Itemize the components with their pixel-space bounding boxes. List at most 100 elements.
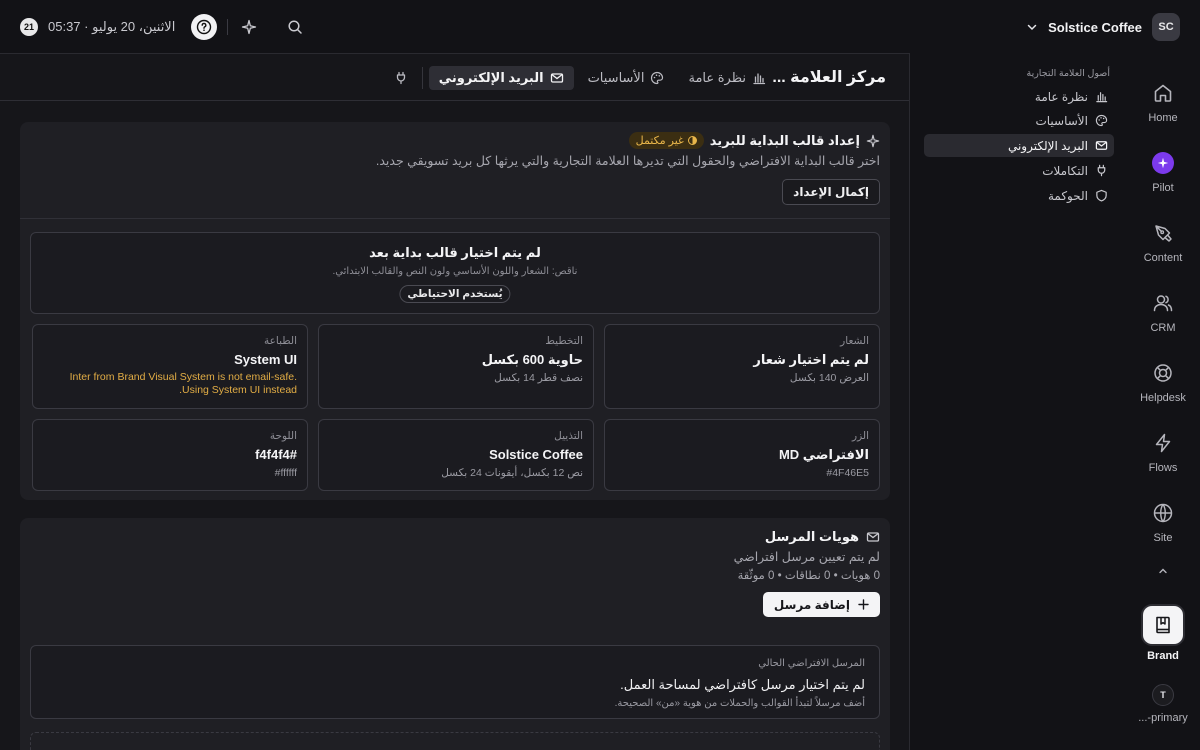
- subnav-item-governance[interactable]: الحوكمة: [924, 184, 1114, 207]
- rail-item-home[interactable]: Home: [1126, 80, 1200, 124]
- brand-tabs: نظرة عامة الأساسيات البريد الإلكتروني: [390, 66, 776, 90]
- empty-state-subtitle: ناقص: الشعار واللون الأساسي ولون النص وا…: [332, 266, 578, 277]
- search-icon: [288, 20, 303, 34]
- tile-label: الشعار: [840, 335, 869, 347]
- rail-item-helpdesk[interactable]: Helpdesk: [1126, 360, 1200, 404]
- rail-collapse-button[interactable]: [1126, 565, 1200, 577]
- rail-label: ...-primary: [1138, 712, 1188, 724]
- sender-dropzone[interactable]: [30, 732, 880, 750]
- half-circle-icon: [687, 136, 697, 145]
- pen-nib-icon: [1155, 225, 1172, 242]
- add-sender-label: إضافة مرسل: [773, 597, 850, 612]
- rail-label: Brand: [1147, 650, 1179, 662]
- brand-assets-nav: أصول العلامة التجارية نظرة عامة الأساسيا…: [920, 60, 1120, 220]
- subnav-item-label: نظرة عامة: [1034, 89, 1088, 104]
- sparkle-icon: [866, 134, 880, 147]
- tile-label: التخطيط: [545, 335, 583, 347]
- lightning-icon: [1155, 433, 1171, 453]
- tab-overview[interactable]: نظرة عامة: [678, 66, 776, 90]
- subnav-item-label: البريد الإلكتروني: [1007, 138, 1088, 153]
- current-date: الاثنين، 20 يوليو: [92, 19, 176, 34]
- tile-label: التذييل: [554, 430, 583, 442]
- subnav-item-integrations[interactable]: التكاملات: [924, 159, 1114, 182]
- pilot-icon: [1152, 152, 1174, 174]
- mail-icon: [866, 532, 880, 542]
- brand-button[interactable]: [1143, 606, 1183, 644]
- search-button[interactable]: [284, 16, 306, 38]
- subnav-item-basics[interactable]: الأساسيات: [924, 109, 1114, 132]
- tab-basics-label: الأساسيات: [587, 70, 645, 85]
- rail-item-brand[interactable]: Brand: [1126, 606, 1200, 662]
- tile-label: الزر: [852, 430, 869, 442]
- main-panel: مركز العلامة ... نظرة عامة الأساسيات الب…: [0, 53, 910, 750]
- plug-icon: [1097, 164, 1106, 177]
- tile-value: Solstice Coffee: [489, 447, 583, 462]
- tabs-divider: [421, 67, 423, 89]
- subnav-item-label: التكاملات: [1042, 163, 1088, 178]
- rail-label: CRM: [1150, 322, 1176, 334]
- rail-label: Pilot: [1152, 182, 1174, 194]
- status-badge: غير مكتمل: [628, 132, 704, 149]
- rail-item-crm[interactable]: CRM: [1126, 290, 1200, 334]
- palette-icon: [651, 71, 664, 85]
- fallback-pill: يُستخدم الاحتياطي: [399, 285, 511, 303]
- add-sender-button[interactable]: إضافة مرسل: [762, 592, 880, 617]
- card-divider: [20, 218, 890, 219]
- users-icon: [1153, 295, 1173, 312]
- status-badge-label: غير مكتمل: [635, 135, 684, 147]
- footer-tile[interactable]: التذييل Solstice Coffee نص 12 بكسل، أيقو…: [318, 419, 594, 491]
- subnav-item-email[interactable]: البريد الإلكتروني: [924, 134, 1114, 157]
- tile-label: اللوحة: [269, 430, 297, 442]
- rail-item-user[interactable]: T ...-primary: [1126, 684, 1200, 724]
- mail-icon: [1095, 141, 1108, 150]
- shield-icon: [1096, 189, 1107, 202]
- tile-value: System UI: [234, 352, 297, 367]
- help-button[interactable]: [191, 14, 218, 40]
- page-header: مركز العلامة ... نظرة عامة الأساسيات الب…: [0, 54, 909, 101]
- tab-email[interactable]: البريد الإلكتروني: [428, 66, 574, 90]
- tile-value: الافتراضي MD: [778, 447, 869, 462]
- tile-value: لم يتم اختيار شعار: [753, 352, 869, 367]
- tile-value: f4f4f4#: [255, 447, 297, 462]
- plug-icon: [396, 71, 405, 85]
- subnav-item-overview[interactable]: نظرة عامة: [924, 85, 1114, 108]
- app-rail: Home Pilot Content CRM Helpdesk Flows Si…: [1126, 60, 1200, 750]
- button-tile[interactable]: الزر الافتراضي MD #4F46E5: [604, 419, 880, 491]
- workspace-name: Solstice Coffee: [1048, 19, 1142, 35]
- tab-integrations[interactable]: [390, 67, 412, 89]
- setup-card-description: اختر قالب البداية الافتراضي والحقول التي…: [375, 154, 880, 168]
- notification-count-badge[interactable]: 21: [20, 18, 38, 36]
- book-bookmark-icon: [1156, 616, 1170, 634]
- rail-item-pilot[interactable]: Pilot: [1126, 150, 1200, 194]
- typography-warning: Inter from Brand Visual System is not em…: [69, 371, 297, 396]
- ai-sparkle-button[interactable]: [238, 16, 260, 38]
- toolbar-divider: [227, 19, 229, 35]
- typography-tile[interactable]: الطباعة System UI Inter from Brand Visua…: [32, 324, 308, 409]
- subnav-item-label: الحوكمة: [1047, 188, 1088, 203]
- user-avatar: T: [1152, 684, 1174, 706]
- date-time-separator: ·: [80, 19, 89, 34]
- logo-tile[interactable]: الشعار لم يتم اختيار شعار العرض 140 بكسل: [604, 324, 880, 409]
- layout-tile[interactable]: التخطيط حاوية 600 بكسل نصف قطر 14 بكسل: [318, 324, 594, 409]
- workspace-switcher[interactable]: Solstice Coffee SC: [1026, 13, 1180, 41]
- tab-email-label: البريد الإلكتروني: [438, 70, 544, 85]
- empty-state-title: لم يتم اختيار قالب بداية بعد: [369, 245, 541, 260]
- palette-tile[interactable]: اللوحة f4f4f4# ffffff#: [32, 419, 308, 491]
- tile-label: الطباعة: [264, 335, 297, 347]
- rail-item-site[interactable]: Site: [1126, 500, 1200, 544]
- top-bar: 21 الاثنين، 20 يوليو · 05:37 Solstice Co…: [0, 0, 1200, 54]
- tile-sub: العرض 140 بكسل: [789, 372, 869, 384]
- chevron-down-icon: [1027, 24, 1037, 31]
- tab-basics[interactable]: الأساسيات: [578, 66, 675, 90]
- rail-item-flows[interactable]: Flows: [1126, 430, 1200, 474]
- rail-item-content[interactable]: Content: [1126, 220, 1200, 264]
- setup-card-header: إعداد قالب البداية للبريد غير مكتمل: [628, 132, 880, 149]
- complete-setup-button[interactable]: إكمال الإعداد: [782, 179, 880, 205]
- sparkle-icon: [242, 19, 257, 35]
- rail-label: Content: [1143, 252, 1183, 264]
- sender-identities-card: هويات المرسل لم يتم تعيين مرسل افتراضي 0…: [20, 518, 890, 750]
- tile-sub: نصف قطر 14 بكسل: [494, 372, 583, 384]
- current-sender-label: المرسل الافتراضي الحالي: [758, 658, 865, 669]
- bar-chart-icon: [753, 73, 766, 85]
- tab-overview-label: نظرة عامة: [688, 70, 746, 85]
